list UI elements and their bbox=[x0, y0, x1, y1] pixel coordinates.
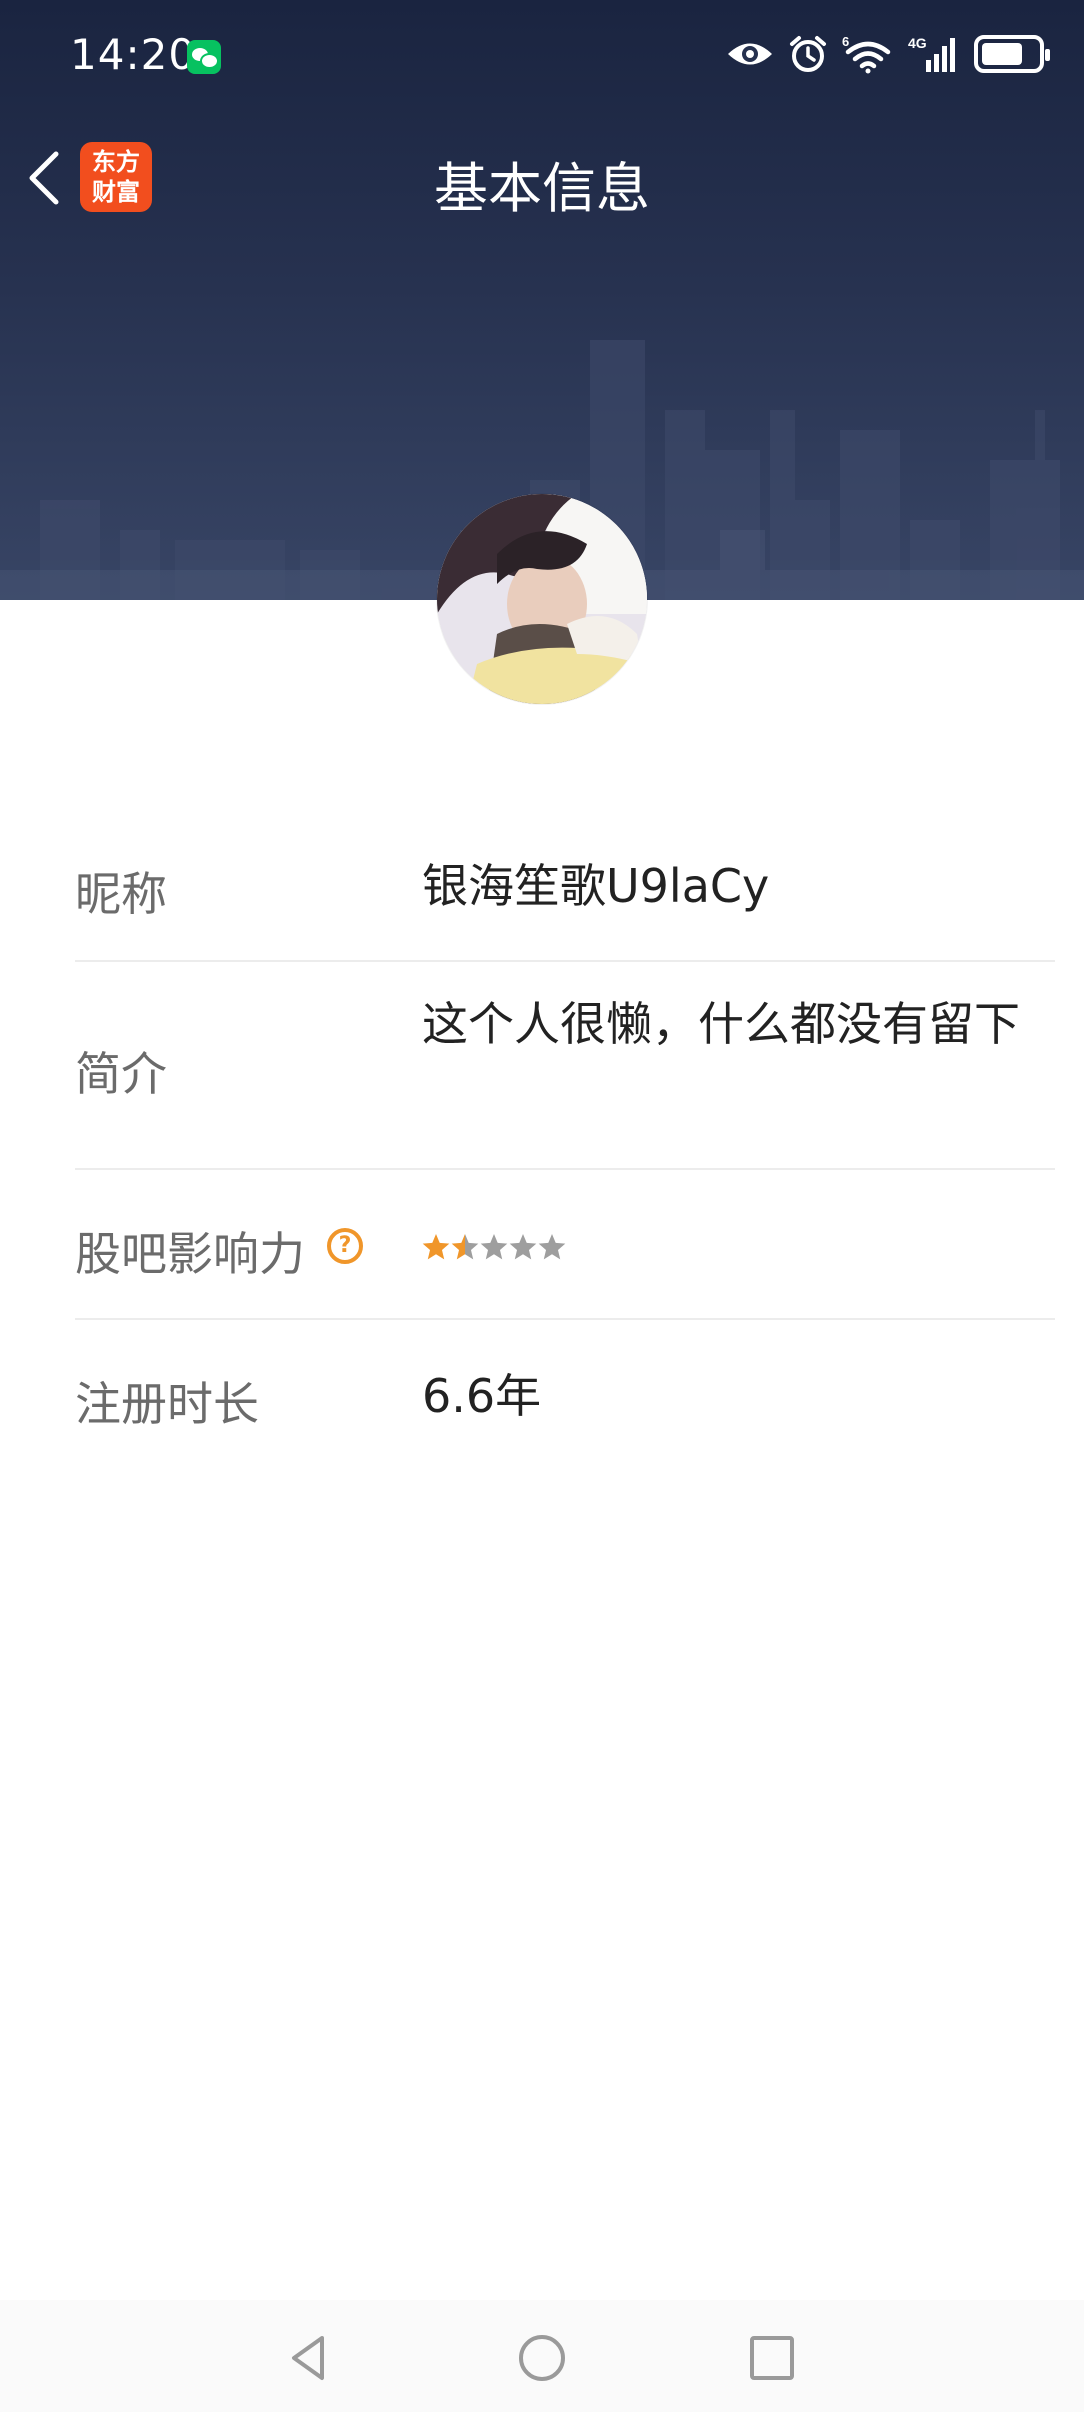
rating-star bbox=[480, 1234, 508, 1260]
nav-home-circle-icon[interactable] bbox=[512, 2328, 572, 2388]
registration-value: 6.6年 bbox=[422, 1369, 542, 1423]
status-icons: 6 4G bbox=[726, 32, 1050, 76]
signal-4g-icon: 4G bbox=[908, 35, 955, 72]
network-type-label: 4G bbox=[908, 35, 927, 51]
nickname-value: 银海笙歌U9laCy bbox=[422, 859, 770, 913]
page-title: 基本信息 bbox=[434, 157, 650, 220]
svg-text:6: 6 bbox=[842, 34, 849, 49]
row-intro: 简介 这个人很懒，什么都没有留下 bbox=[75, 962, 1055, 1170]
nickname-label: 昵称 bbox=[75, 867, 167, 921]
wifi-icon: 6 bbox=[842, 34, 891, 74]
rating-star bbox=[509, 1234, 537, 1260]
intro-label: 简介 bbox=[75, 1047, 167, 1101]
info-list: 昵称 银海笙歌U9laCy 简介 这个人很懒，什么都没有留下 股吧影响力 ? 注… bbox=[75, 810, 1055, 1470]
rating-star bbox=[422, 1234, 450, 1260]
help-icon[interactable]: ? bbox=[327, 1228, 363, 1264]
status-bar: 14:20 6 4G bbox=[0, 0, 1084, 110]
row-registration: 注册时长 6.6年 bbox=[75, 1320, 1055, 1470]
battery-icon bbox=[974, 35, 1050, 73]
rating-star bbox=[538, 1234, 566, 1260]
wechat-icon bbox=[187, 40, 221, 74]
system-nav-bar bbox=[0, 2300, 1084, 2412]
row-nickname: 昵称 银海笙歌U9laCy bbox=[75, 810, 1055, 962]
influence-rating-stars bbox=[422, 1234, 566, 1260]
avatar[interactable] bbox=[437, 494, 647, 704]
influence-label: 股吧影响力 bbox=[75, 1227, 305, 1281]
nav-back-triangle-icon[interactable] bbox=[280, 2328, 340, 2388]
rating-star bbox=[451, 1234, 479, 1260]
row-influence: 股吧影响力 ? bbox=[75, 1170, 1055, 1320]
alarm-icon bbox=[790, 36, 826, 72]
status-time: 14:20 bbox=[70, 30, 197, 79]
nav-recents-square-icon[interactable] bbox=[742, 2328, 802, 2388]
intro-value: 这个人很懒，什么都没有留下 bbox=[422, 997, 1020, 1051]
profile-page: 14:20 6 4G 东方 财富 基本信息 昵称 银海笙歌U9laCy 简介 这… bbox=[0, 0, 1084, 2412]
registration-label: 注册时长 bbox=[75, 1377, 259, 1431]
eye-icon bbox=[728, 43, 772, 65]
avatar-image bbox=[437, 494, 647, 704]
